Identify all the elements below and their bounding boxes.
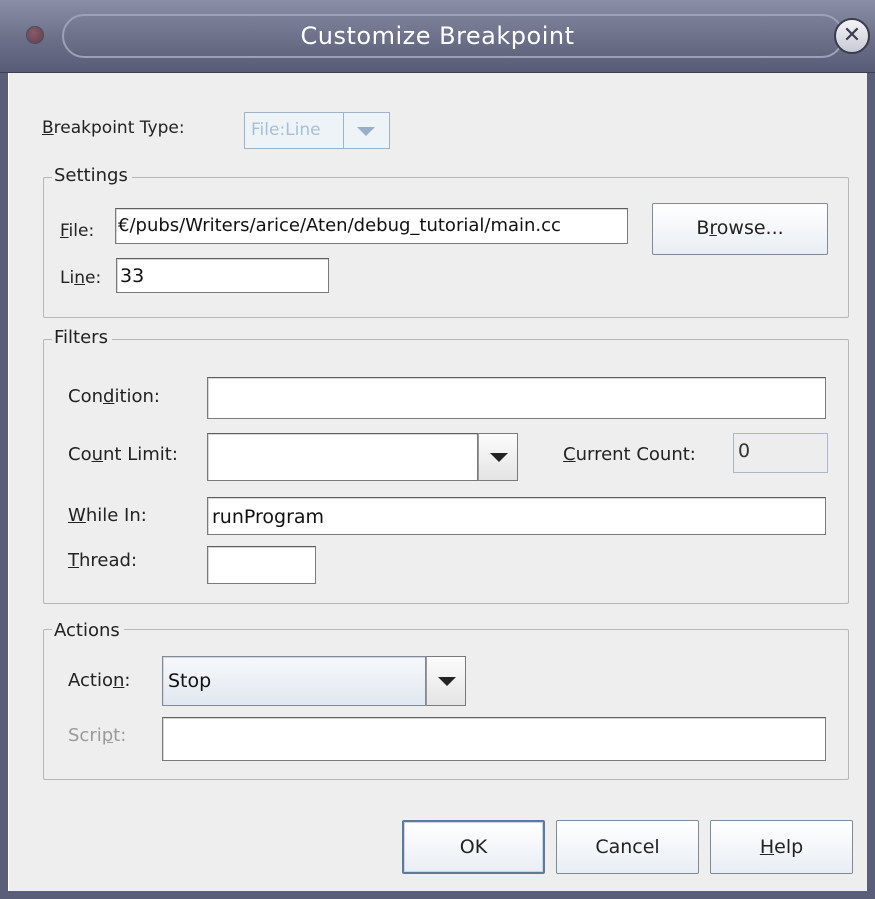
help-button[interactable]: Help — [710, 820, 853, 874]
condition-field[interactable] — [207, 377, 826, 419]
window-border-bottom — [0, 891, 875, 899]
close-icon[interactable]: ✕ — [834, 18, 870, 54]
ok-button[interactable]: OK — [402, 820, 545, 874]
condition-label: Condition: — [68, 386, 160, 407]
line-number-field[interactable]: 33 — [116, 258, 329, 293]
file-path-field[interactable]: €/pubs/Writers/arice/Aten/debug_tutorial… — [115, 208, 628, 244]
breakpoint-type-value: File:Line — [251, 120, 321, 140]
chevron-down-icon — [490, 453, 508, 462]
window-border-left — [0, 73, 8, 899]
while-in-field[interactable]: runProgram — [207, 497, 826, 535]
current-count-label: Current Count: — [563, 444, 696, 465]
action-dropdown-button[interactable] — [426, 656, 466, 706]
file-label: File: — [60, 221, 95, 241]
chevron-down-icon — [357, 127, 375, 136]
thread-label: Thread: — [68, 550, 138, 571]
line-label: Line: — [60, 268, 102, 288]
breakpoint-type-separator — [343, 113, 344, 148]
actions-group-title: Actions — [52, 620, 124, 642]
thread-field[interactable] — [207, 546, 316, 584]
script-label: Script: — [68, 725, 127, 746]
window-title: Customize Breakpoint — [300, 22, 575, 50]
current-count-field: 0 — [733, 433, 828, 473]
window-border-right — [867, 73, 875, 899]
settings-group-title: Settings — [52, 165, 132, 187]
browse-button[interactable]: Browse... — [652, 203, 828, 255]
while-in-label: While In: — [68, 505, 147, 526]
dialog-window: Customize Breakpoint ✕ Breakpoint Type: … — [0, 0, 875, 899]
breakpoint-type-label: Breakpoint Type: — [42, 118, 185, 138]
count-limit-label: Count Limit: — [68, 444, 178, 465]
action-label: Action: — [68, 670, 131, 691]
count-limit-dropdown-button[interactable] — [478, 433, 518, 481]
count-limit-combo[interactable] — [207, 433, 478, 481]
breakpoint-type-dropdown: File:Line — [244, 112, 390, 149]
script-field[interactable] — [162, 717, 826, 761]
cancel-button[interactable]: Cancel — [556, 820, 699, 874]
chevron-down-icon — [438, 677, 456, 686]
title-bar[interactable]: Customize Breakpoint ✕ — [0, 0, 875, 73]
filters-group-title: Filters — [52, 327, 112, 349]
action-combo[interactable]: Stop — [162, 656, 426, 706]
